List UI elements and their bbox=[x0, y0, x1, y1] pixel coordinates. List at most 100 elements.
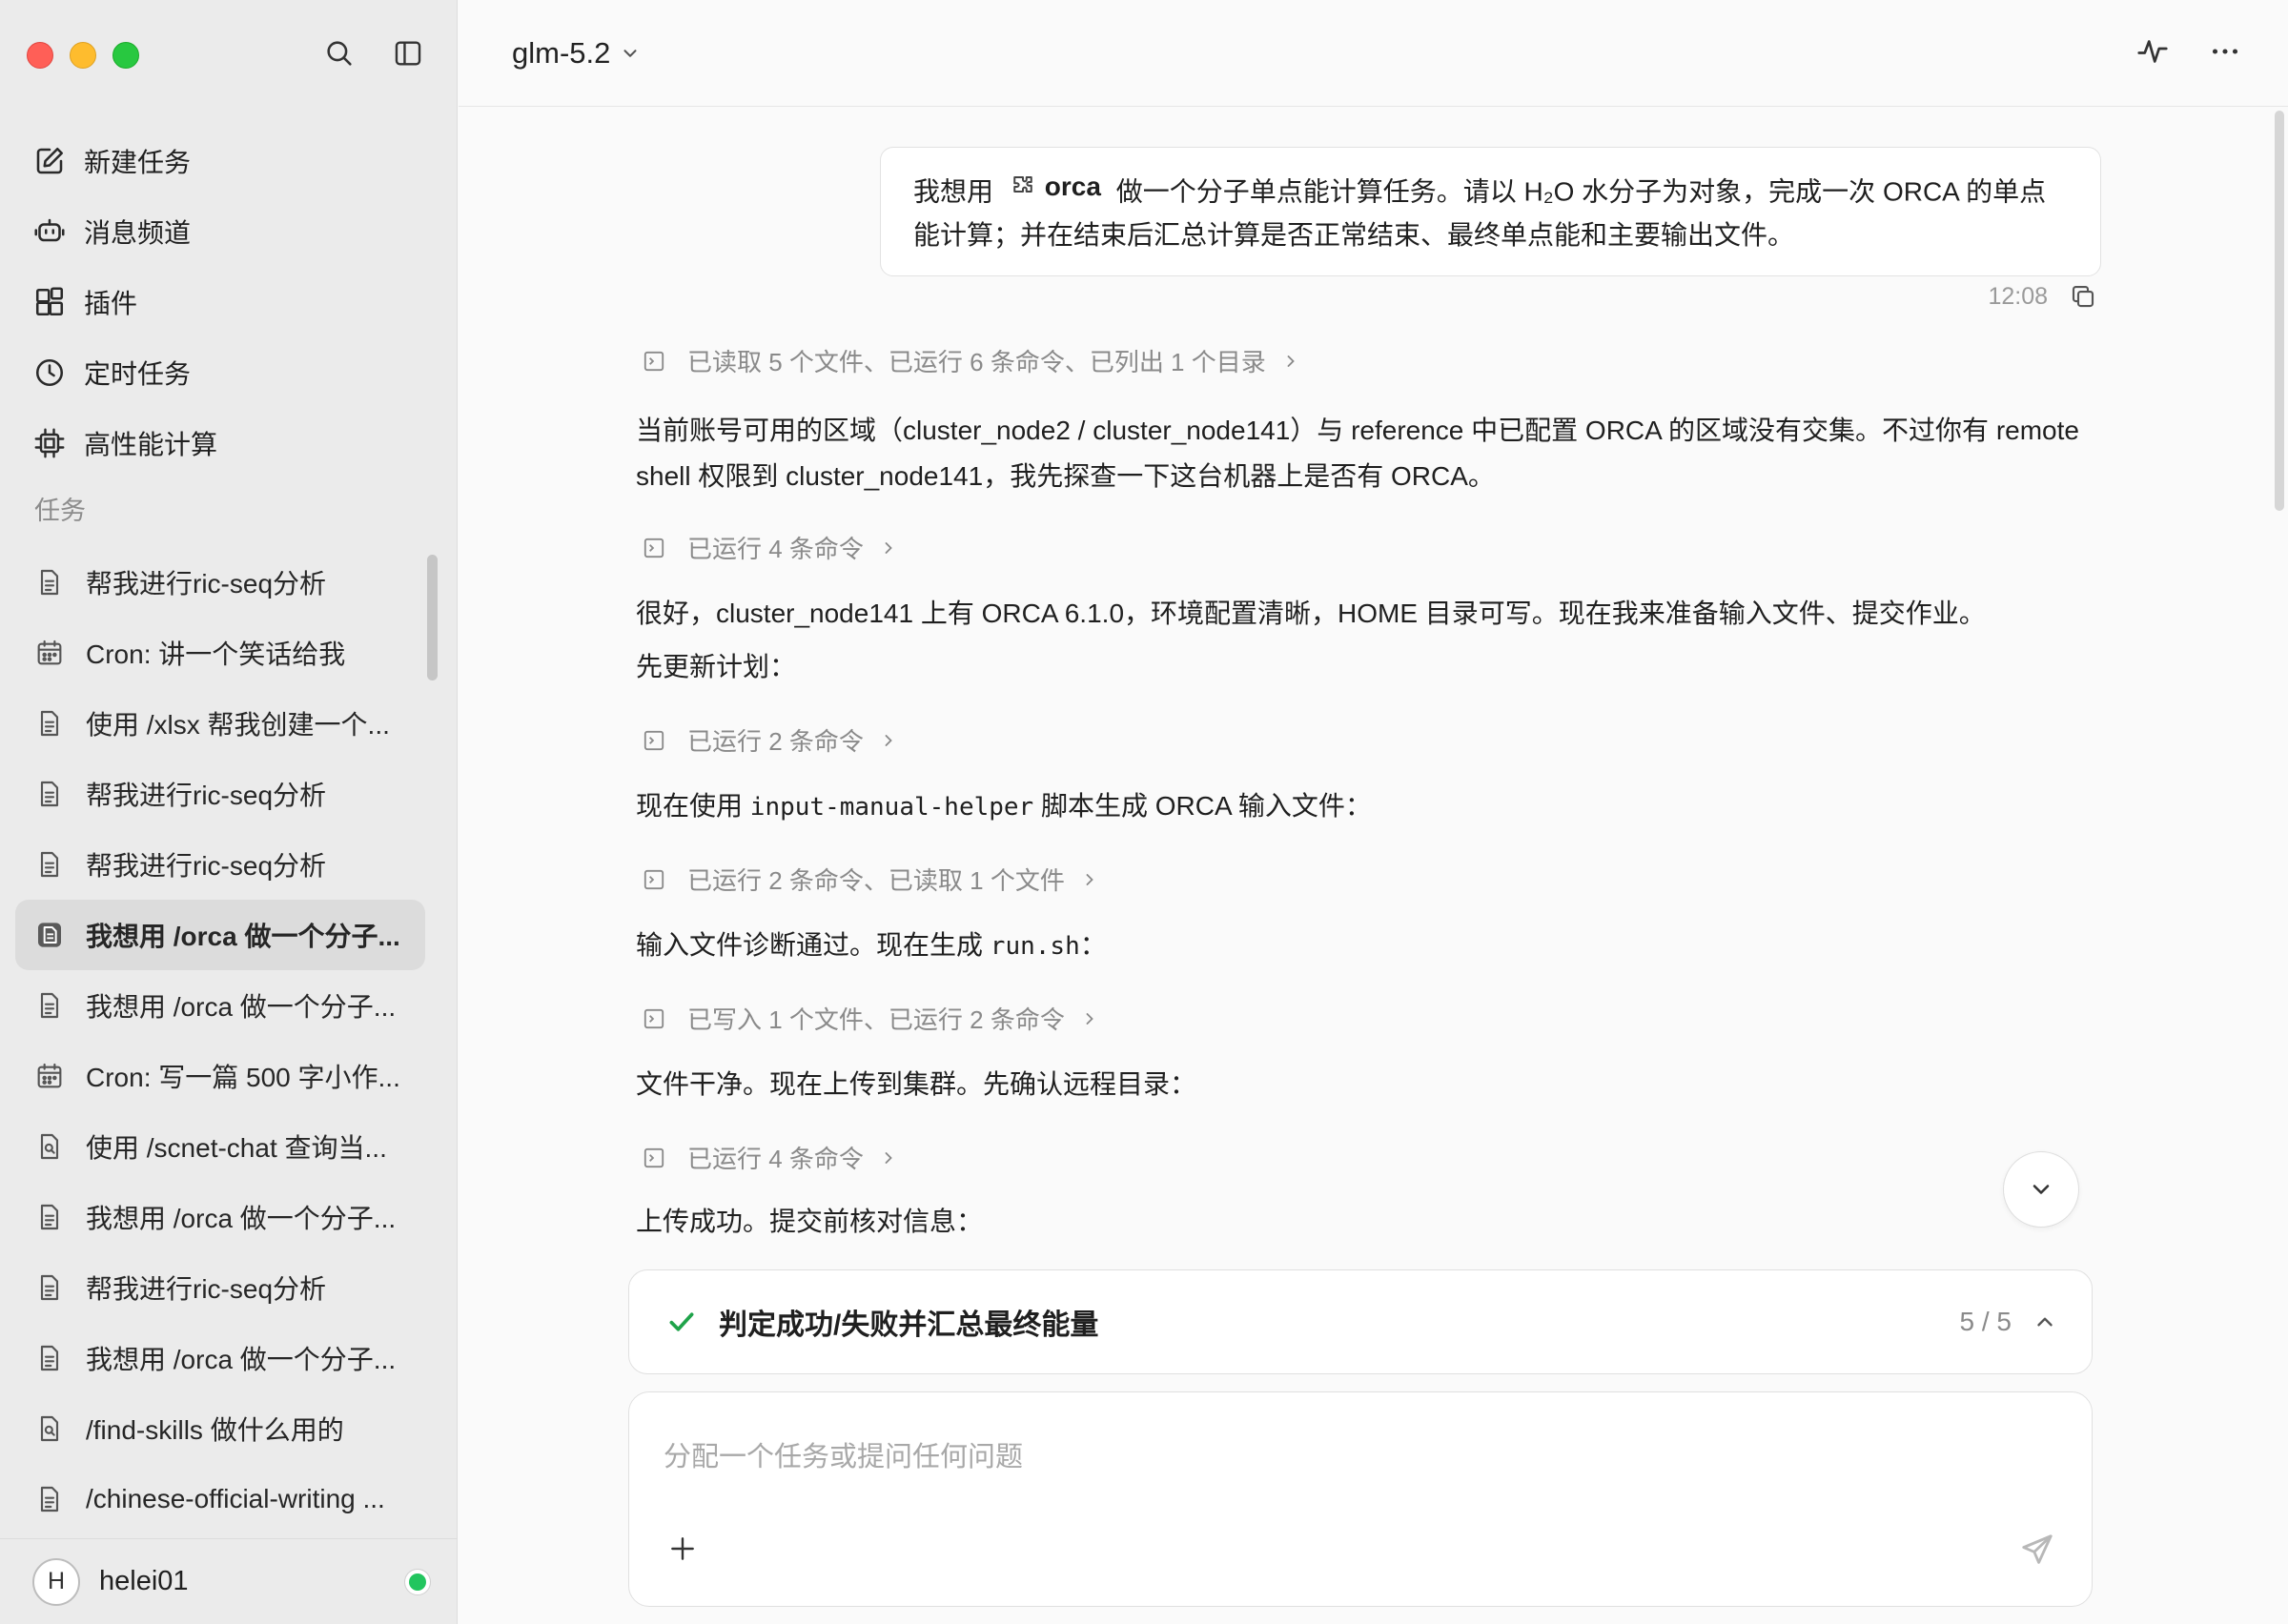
plugin-name: orca bbox=[1044, 172, 1101, 201]
tool-label: 已读取 5 个文件、已运行 6 条命令、已列出 1 个目录 bbox=[687, 348, 1266, 376]
document-icon bbox=[34, 920, 86, 950]
document-icon bbox=[34, 567, 86, 598]
chevron-right-icon bbox=[885, 734, 892, 746]
task-item[interactable]: 帮我进行ric-seq分析 bbox=[15, 547, 425, 618]
assistant-text: 当前账号可用的区域（cluster_node2 / cluster_node14… bbox=[636, 416, 2079, 445]
chat-header: glm-5.2 bbox=[459, 0, 2288, 107]
plugin-puzzle-icon bbox=[1013, 175, 1032, 193]
tool-label: 已运行 2 条命令 bbox=[687, 727, 864, 756]
task-item[interactable]: 帮我进行ric-seq分析 bbox=[15, 759, 425, 829]
close-window-button[interactable] bbox=[27, 42, 53, 69]
activity-icon[interactable] bbox=[2135, 34, 2170, 69]
task-item[interactable]: 我想用 /orca 做一个分子... bbox=[15, 970, 425, 1041]
document-icon bbox=[34, 708, 86, 739]
nav-label: 定时任务 bbox=[84, 359, 192, 389]
assistant-text: 现在使用 input-manual-helper 脚本生成 ORCA 输入文件： bbox=[636, 783, 1372, 830]
document-icon bbox=[34, 1484, 86, 1514]
tool-call-summary[interactable]: 已运行 2 条命令 bbox=[642, 722, 898, 758]
plugin-grid-icon bbox=[35, 287, 64, 316]
task-label: 使用 /xlsx 帮我创建一个... bbox=[86, 710, 390, 740]
nav-new-task[interactable]: 新建任务 bbox=[15, 126, 425, 196]
document-icon bbox=[34, 779, 86, 809]
task-item[interactable]: Cron: 讲一个笑话给我 bbox=[15, 618, 425, 688]
nav-scheduled-tasks[interactable]: 定时任务 bbox=[15, 337, 425, 408]
tasks-section-label: 任务 bbox=[34, 497, 86, 525]
avatar[interactable]: H bbox=[32, 1557, 80, 1606]
username: helei01 bbox=[99, 1566, 189, 1596]
search-document-icon bbox=[34, 1413, 86, 1444]
nav-label: 插件 bbox=[84, 289, 138, 318]
tool-label: 已运行 4 条命令 bbox=[687, 1145, 864, 1173]
message-text: 我想用 bbox=[913, 176, 994, 207]
add-attachment-icon[interactable] bbox=[667, 1533, 698, 1564]
task-label: 帮我进行ric-seq分析 bbox=[86, 781, 327, 810]
nav-message-channel[interactable]: 消息频道 bbox=[15, 196, 425, 267]
task-item[interactable]: /chinese-official-writing ... bbox=[15, 1464, 425, 1529]
task-item[interactable]: 我想用 /orca 做一个分子... bbox=[15, 1182, 425, 1252]
chevron-down-icon bbox=[623, 49, 637, 57]
chat-scrollbar[interactable] bbox=[2275, 111, 2284, 511]
tool-call-summary[interactable]: 已运行 4 条命令 bbox=[642, 530, 898, 565]
task-item[interactable]: 帮我进行ric-seq分析 bbox=[15, 1252, 425, 1323]
copy-icon[interactable] bbox=[2069, 282, 2097, 311]
sidebar: 新建任务 消息频道 插件 定时任务 高性能计算 任务 帮我进行ric-seq分析… bbox=[0, 0, 458, 1624]
maximize-window-button[interactable] bbox=[112, 42, 139, 69]
assistant-text: 很好，cluster_node141 上有 ORCA 6.1.0，环境配置清晰，… bbox=[636, 599, 1986, 628]
more-icon[interactable] bbox=[2208, 34, 2242, 69]
calendar-icon bbox=[34, 1061, 86, 1091]
terminal-icon bbox=[644, 730, 664, 750]
task-item[interactable]: /find-skills 做什么用的 bbox=[15, 1393, 425, 1464]
window-controls bbox=[27, 42, 139, 69]
terminal-icon bbox=[644, 869, 664, 889]
nav-plugins[interactable]: 插件 bbox=[15, 267, 425, 337]
tool-call-summary[interactable]: 已运行 2 条命令、已读取 1 个文件 bbox=[642, 862, 1099, 897]
task-item[interactable]: 使用 /xlsx 帮我创建一个... bbox=[15, 688, 425, 759]
search-icon[interactable] bbox=[322, 36, 357, 71]
tool-label: 已运行 2 条命令、已读取 1 个文件 bbox=[687, 866, 1065, 895]
minimize-window-button[interactable] bbox=[70, 42, 96, 69]
document-icon bbox=[34, 1272, 86, 1303]
assistant-text: 输入文件诊断通过。现在生成 run.sh： bbox=[636, 923, 1107, 969]
plan-status-card[interactable]: 判定成功/失败并汇总最终能量 5 / 5 bbox=[628, 1269, 2093, 1374]
text-part: ： bbox=[1079, 930, 1107, 960]
tool-call-summary[interactable]: 已写入 1 个文件、已运行 2 条命令 bbox=[642, 1001, 1099, 1036]
task-item[interactable]: 我想用 /orca 做一个分子... bbox=[15, 1323, 425, 1393]
scroll-to-bottom-button[interactable] bbox=[2003, 1151, 2079, 1228]
task-label: 帮我进行ric-seq分析 bbox=[86, 569, 327, 599]
assistant-text: 上传成功。提交前核对信息： bbox=[636, 1207, 984, 1236]
message-composer[interactable]: 分配一个任务或提问任何问题 bbox=[628, 1391, 2093, 1607]
inline-code: input-manual-helper bbox=[749, 793, 1034, 822]
chevron-up-icon[interactable] bbox=[2033, 1309, 2057, 1334]
chat-main: glm-5.2 我想用 orca 做一个分子单点能计算任务。请以 H₂O 水分子… bbox=[459, 0, 2288, 1624]
user-profile[interactable]: H helei01 bbox=[0, 1538, 458, 1624]
tool-call-summary[interactable]: 已运行 4 条命令 bbox=[642, 1140, 898, 1175]
plugin-chip[interactable]: orca bbox=[1009, 165, 1101, 208]
chevron-right-icon bbox=[885, 1151, 892, 1164]
tool-call-summary[interactable]: 已读取 5 个文件、已运行 6 条命令、已列出 1 个目录 bbox=[642, 343, 1300, 378]
sidebar-scrollbar[interactable] bbox=[427, 555, 438, 680]
nav-label: 高性能计算 bbox=[84, 430, 218, 459]
task-item[interactable]: 帮我进行ric-seq分析 bbox=[15, 829, 425, 900]
task-item[interactable]: Cron: 写一篇 500 字小作... bbox=[15, 1041, 425, 1111]
document-icon bbox=[34, 990, 86, 1021]
task-label: 使用 /scnet-chat 查询当... bbox=[86, 1133, 387, 1163]
clock-icon bbox=[35, 358, 64, 387]
task-label: Cron: 写一篇 500 字小作... bbox=[86, 1063, 400, 1092]
toggle-sidebar-icon[interactable] bbox=[391, 36, 425, 71]
composer-input[interactable]: 分配一个任务或提问任何问题 bbox=[664, 1434, 1023, 1474]
task-label: 我想用 /orca 做一个分子... bbox=[86, 1345, 397, 1374]
nav-label: 消息频道 bbox=[84, 218, 192, 248]
task-label: /find-skills 做什么用的 bbox=[86, 1415, 344, 1445]
send-icon[interactable] bbox=[2019, 1532, 2055, 1568]
task-label: /chinese-official-writing ... bbox=[86, 1484, 385, 1513]
task-list: 帮我进行ric-seq分析 Cron: 讲一个笑话给我使用 /xlsx 帮我创建一… bbox=[15, 547, 425, 1529]
model-selector[interactable]: glm-5.2 bbox=[512, 36, 641, 71]
calendar-icon bbox=[34, 638, 86, 668]
task-item[interactable]: 使用 /scnet-chat 查询当... bbox=[15, 1111, 425, 1182]
task-label: 帮我进行ric-seq分析 bbox=[86, 1274, 327, 1304]
nav-hpc[interactable]: 高性能计算 bbox=[15, 408, 425, 478]
bot-channel-icon bbox=[34, 218, 65, 242]
terminal-icon bbox=[644, 351, 664, 371]
search-document-icon bbox=[34, 1131, 86, 1162]
task-item[interactable]: 我想用 /orca 做一个分子... bbox=[15, 900, 425, 970]
